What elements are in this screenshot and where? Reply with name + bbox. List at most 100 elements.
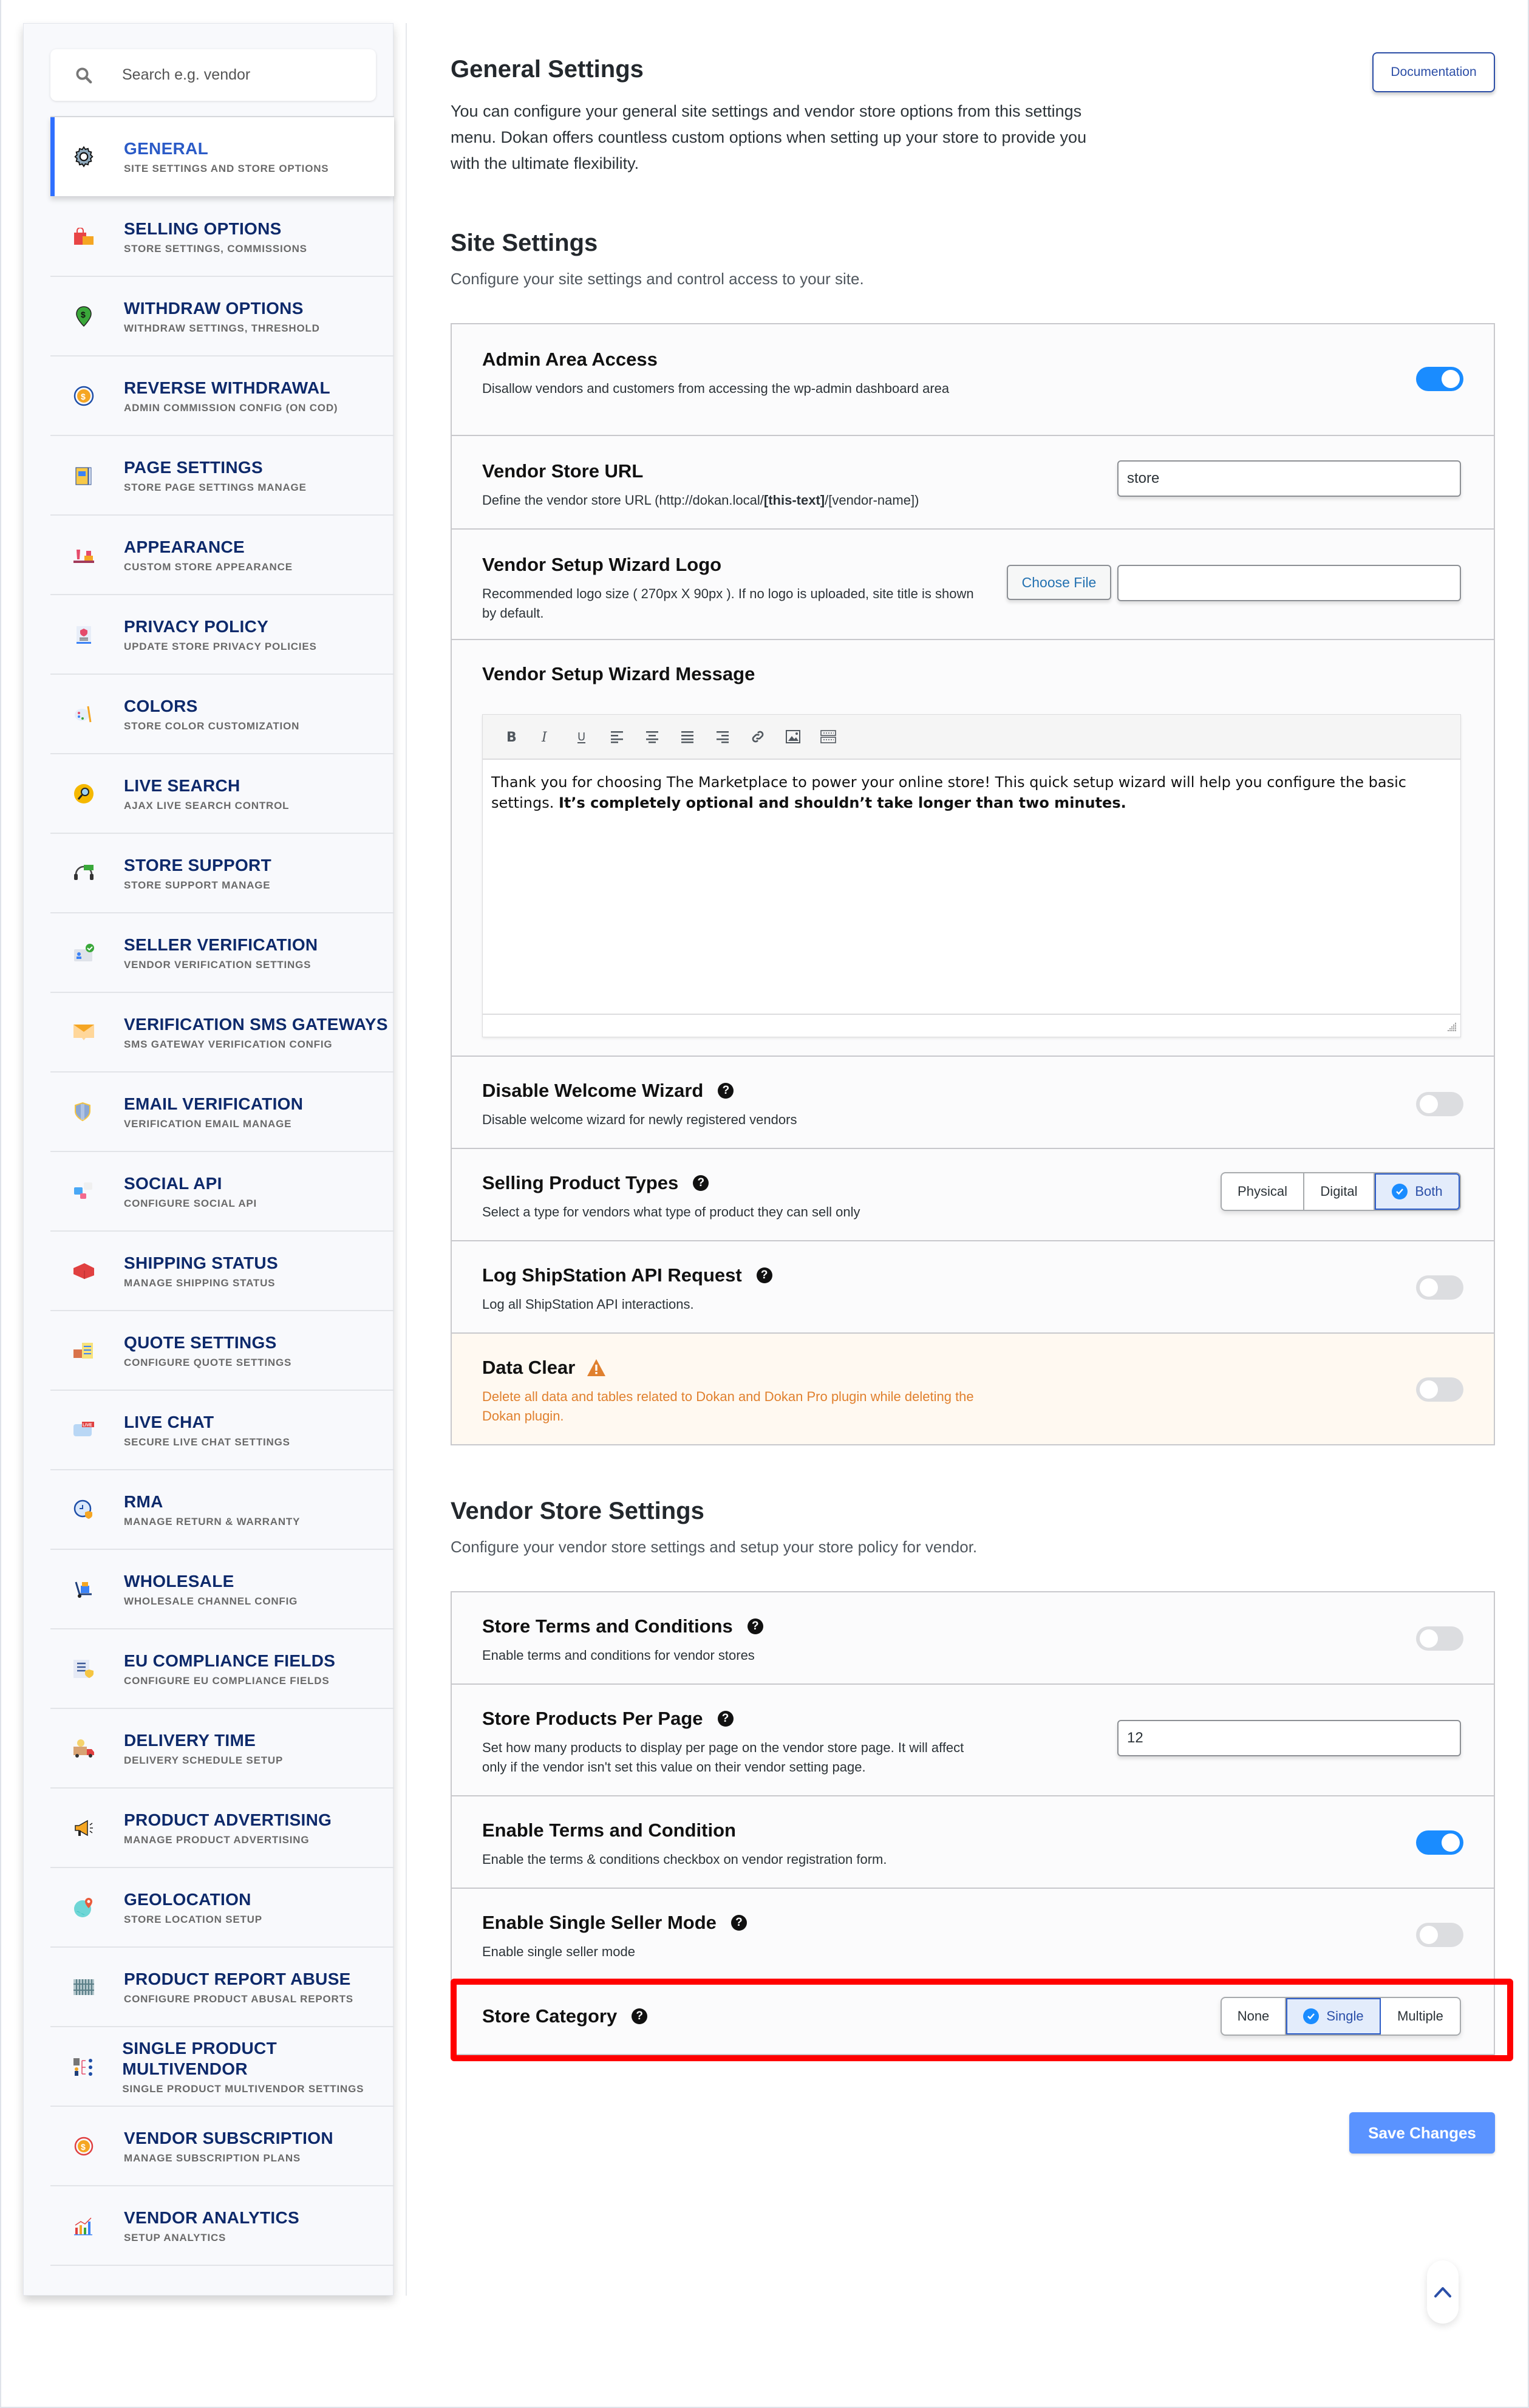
sidebar-item-subtitle: STORE LOCATION SETUP bbox=[124, 1913, 262, 1925]
sidebar-item-delivery-time[interactable]: DELIVERY TIME DELIVERY SCHEDULE SETUP bbox=[50, 1709, 394, 1789]
log-shipstation-toggle[interactable] bbox=[1416, 1275, 1463, 1300]
save-changes-button[interactable]: Save Changes bbox=[1349, 2112, 1495, 2154]
search-box[interactable] bbox=[50, 49, 376, 101]
option-physical[interactable]: Physical bbox=[1222, 1173, 1304, 1210]
wizard-message-editor: B I U Thank you for choosing The Marketp… bbox=[482, 714, 1461, 1037]
align-left-icon[interactable] bbox=[599, 721, 635, 752]
help-icon[interactable]: ? bbox=[730, 1915, 747, 1931]
bold-icon[interactable]: B bbox=[494, 721, 529, 752]
delivery-truck-icon bbox=[66, 1736, 101, 1761]
sidebar-item-subtitle: WITHDRAW SETTINGS, THRESHOLD bbox=[124, 322, 320, 334]
sidebar-item-title: SHIPPING STATUS bbox=[124, 1253, 278, 1272]
resize-handle-icon[interactable] bbox=[1446, 1022, 1457, 1033]
svg-text:U: U bbox=[577, 731, 585, 743]
sidebar-item-email-verification[interactable]: EMAIL VERIFICATION VERIFICATION EMAIL MAN… bbox=[50, 1073, 394, 1152]
underline-icon[interactable]: U bbox=[564, 721, 599, 752]
sidebar-item-product-report-abuse[interactable]: PRODUCT REPORT ABUSE CONFIGURE PRODUCT AB… bbox=[50, 1948, 394, 2027]
wizard-logo-row: Vendor Setup Wizard Logo Recommended log… bbox=[452, 530, 1494, 640]
sidebar-item-appearance[interactable]: APPEARANCE CUSTOM STORE APPEARANCE bbox=[50, 516, 394, 595]
svg-text:$: $ bbox=[81, 310, 86, 319]
search-input[interactable] bbox=[122, 66, 353, 84]
admin-area-access-toggle[interactable] bbox=[1416, 367, 1463, 391]
store-terms-toggle[interactable] bbox=[1416, 1626, 1463, 1651]
live-chat-icon: LIVE bbox=[66, 1418, 101, 1442]
sidebar-item-wholesale[interactable]: WHOLESALE WHOLESALE CHANNEL CONFIG bbox=[50, 1550, 394, 1629]
sidebar-item-vendor-analytics[interactable]: VENDOR ANALYTICS SETUP ANALYTICS bbox=[50, 2186, 394, 2266]
help-icon[interactable]: ? bbox=[693, 1175, 709, 1191]
editor-text-bold: It’s completely optional and shouldn’t t… bbox=[558, 794, 1126, 811]
sidebar-item-selling-options[interactable]: SELLING OPTIONS STORE SETTINGS, COMMISSIO… bbox=[50, 197, 394, 277]
disable-welcome-wizard-row: Disable Welcome Wizard? Disable welcome … bbox=[452, 1057, 1494, 1149]
sidebar-item-live-chat[interactable]: LIVE LIVE CHAT SECURE LIVE CHAT SETTINGS bbox=[50, 1391, 394, 1470]
row-description: Enable the terms & conditions checkbox o… bbox=[482, 1852, 887, 1867]
sidebar-item-verification-sms-gateways[interactable]: VERIFICATION SMS GATEWAYS SMS GATEWAY VER… bbox=[50, 993, 394, 1073]
social-bubbles-icon bbox=[66, 1179, 101, 1204]
sidebar-item-seller-verification[interactable]: SELLER VERIFICATION VENDOR VERIFICATION S… bbox=[50, 913, 394, 993]
option-single[interactable]: Single bbox=[1286, 1998, 1381, 2035]
option-both[interactable]: Both bbox=[1375, 1173, 1460, 1210]
align-right-icon[interactable] bbox=[705, 721, 740, 752]
sidebar-item-rma[interactable]: RMA MANAGE RETURN & WARRANTY bbox=[50, 1470, 394, 1550]
sidebar-item-title: PAGE SETTINGS bbox=[124, 457, 263, 477]
vendor-store-settings-description: Configure your vendor store settings and… bbox=[451, 1538, 978, 1556]
sidebar-item-single-product-multivendor[interactable]: SINGLE PRODUCT MULTIVENDOR SINGLE PRODUCT… bbox=[50, 2027, 394, 2107]
money-pin-icon: $ bbox=[66, 304, 101, 329]
help-icon[interactable]: ? bbox=[756, 1267, 772, 1283]
sidebar-item-quote-settings[interactable]: QUOTE SETTINGS CONFIGURE QUOTE SETTINGS bbox=[50, 1311, 394, 1391]
single-seller-mode-toggle[interactable] bbox=[1416, 1923, 1463, 1947]
option-digital[interactable]: Digital bbox=[1304, 1173, 1375, 1210]
wizard-message-textarea[interactable]: Thank you for choosing The Marketplace t… bbox=[483, 760, 1460, 999]
subscription-icon: $ bbox=[66, 2134, 101, 2158]
sidebar-item-product-advertising[interactable]: PRODUCT ADVERTISING MANAGE PRODUCT ADVERT… bbox=[50, 1789, 394, 1868]
privacy-document-icon bbox=[66, 622, 101, 647]
italic-icon[interactable]: I bbox=[529, 721, 564, 752]
sidebar-item-subtitle: SMS GATEWAY VERIFICATION CONFIG bbox=[124, 1038, 333, 1050]
sidebar-item-social-api[interactable]: SOCIAL API CONFIGURE SOCIAL API bbox=[50, 1152, 394, 1232]
table-icon[interactable] bbox=[811, 721, 846, 752]
wizard-logo-input[interactable] bbox=[1117, 565, 1461, 601]
choose-file-button[interactable]: Choose File bbox=[1007, 565, 1111, 600]
option-none[interactable]: None bbox=[1222, 1998, 1286, 2035]
sidebar-item-vendor-subscription[interactable]: $ VENDOR SUBSCRIPTION MANAGE SUBSCRIPTION … bbox=[50, 2107, 394, 2186]
sidebar-item-colors[interactable]: COLORS STORE COLOR CUSTOMIZATION bbox=[50, 675, 394, 754]
sidebar-item-title: GEOLOCATION bbox=[124, 1889, 251, 1909]
row-description: Log all ShipStation API interactions. bbox=[482, 1297, 694, 1312]
sidebar-item-reverse-withdrawal[interactable]: $ REVERSE WITHDRAWAL ADMIN COMMISSION CONF… bbox=[50, 356, 394, 436]
row-title-text: Data Clear bbox=[482, 1357, 576, 1378]
enable-terms-toggle[interactable] bbox=[1416, 1830, 1463, 1855]
products-per-page-input[interactable] bbox=[1117, 1720, 1461, 1756]
data-clear-toggle[interactable] bbox=[1416, 1377, 1463, 1402]
sidebar-item-title: VERIFICATION SMS GATEWAYS bbox=[124, 1014, 388, 1034]
sidebar-item-withdraw-options[interactable]: $ WITHDRAW OPTIONS WITHDRAW SETTINGS, THRE… bbox=[50, 277, 394, 356]
help-icon[interactable]: ? bbox=[632, 2008, 648, 2024]
sidebar-item-page-settings[interactable]: PAGE SETTINGS STORE PAGE SETTINGS MANAGE bbox=[50, 436, 394, 516]
sidebar-item-store-support[interactable]: STORE SUPPORT STORE SUPPORT MANAGE bbox=[50, 834, 394, 913]
sidebar-item-live-search[interactable]: LIVE SEARCH AJAX LIVE SEARCH CONTROL bbox=[50, 754, 394, 834]
chevron-up-icon bbox=[1434, 2287, 1451, 2297]
sidebar-item-geolocation[interactable]: GEOLOCATION STORE LOCATION SETUP bbox=[50, 1868, 394, 1948]
align-center-icon[interactable] bbox=[635, 721, 670, 752]
svg-text:I: I bbox=[541, 730, 548, 745]
sidebar-item-text: COLORS STORE COLOR CUSTOMIZATION bbox=[124, 696, 299, 732]
sidebar-item-general[interactable]: GENERAL SITE SETTINGS AND STORE OPTIONS bbox=[50, 116, 394, 196]
toggle-knob bbox=[1420, 1095, 1438, 1113]
align-justify-icon[interactable] bbox=[670, 721, 705, 752]
disable-welcome-wizard-toggle[interactable] bbox=[1416, 1092, 1463, 1116]
link-icon[interactable] bbox=[740, 721, 775, 752]
sidebar-item-title: REVERSE WITHDRAWAL bbox=[124, 378, 330, 397]
sidebar-item-text: VENDOR ANALYTICS SETUP ANALYTICS bbox=[124, 2208, 299, 2244]
store-terms-row: Store Terms and Conditions? Enable terms… bbox=[452, 1592, 1494, 1685]
scroll-to-top-button[interactable] bbox=[1427, 2260, 1459, 2324]
help-icon[interactable]: ? bbox=[718, 1083, 734, 1099]
sidebar-item-shipping-status[interactable]: SHIPPING STATUS MANAGE SHIPPING STATUS bbox=[50, 1232, 394, 1311]
sidebar-item-text: PAGE SETTINGS STORE PAGE SETTINGS MANAGE bbox=[124, 457, 307, 494]
help-icon[interactable]: ? bbox=[717, 1711, 734, 1727]
documentation-button[interactable]: Documentation bbox=[1372, 52, 1495, 92]
sidebar-item-title: PRODUCT ADVERTISING bbox=[124, 1810, 332, 1829]
image-icon[interactable] bbox=[775, 721, 811, 752]
sidebar-item-privacy-policy[interactable]: PRIVACY POLICY UPDATE STORE PRIVACY POLIC… bbox=[50, 595, 394, 675]
option-multiple[interactable]: Multiple bbox=[1381, 1998, 1460, 2035]
help-icon[interactable]: ? bbox=[747, 1618, 763, 1634]
vendor-store-url-input[interactable] bbox=[1117, 460, 1461, 497]
sidebar-item-eu-compliance-fields[interactable]: EU COMPLIANCE FIELDS CONFIGURE EU COMPLIA… bbox=[50, 1629, 394, 1709]
